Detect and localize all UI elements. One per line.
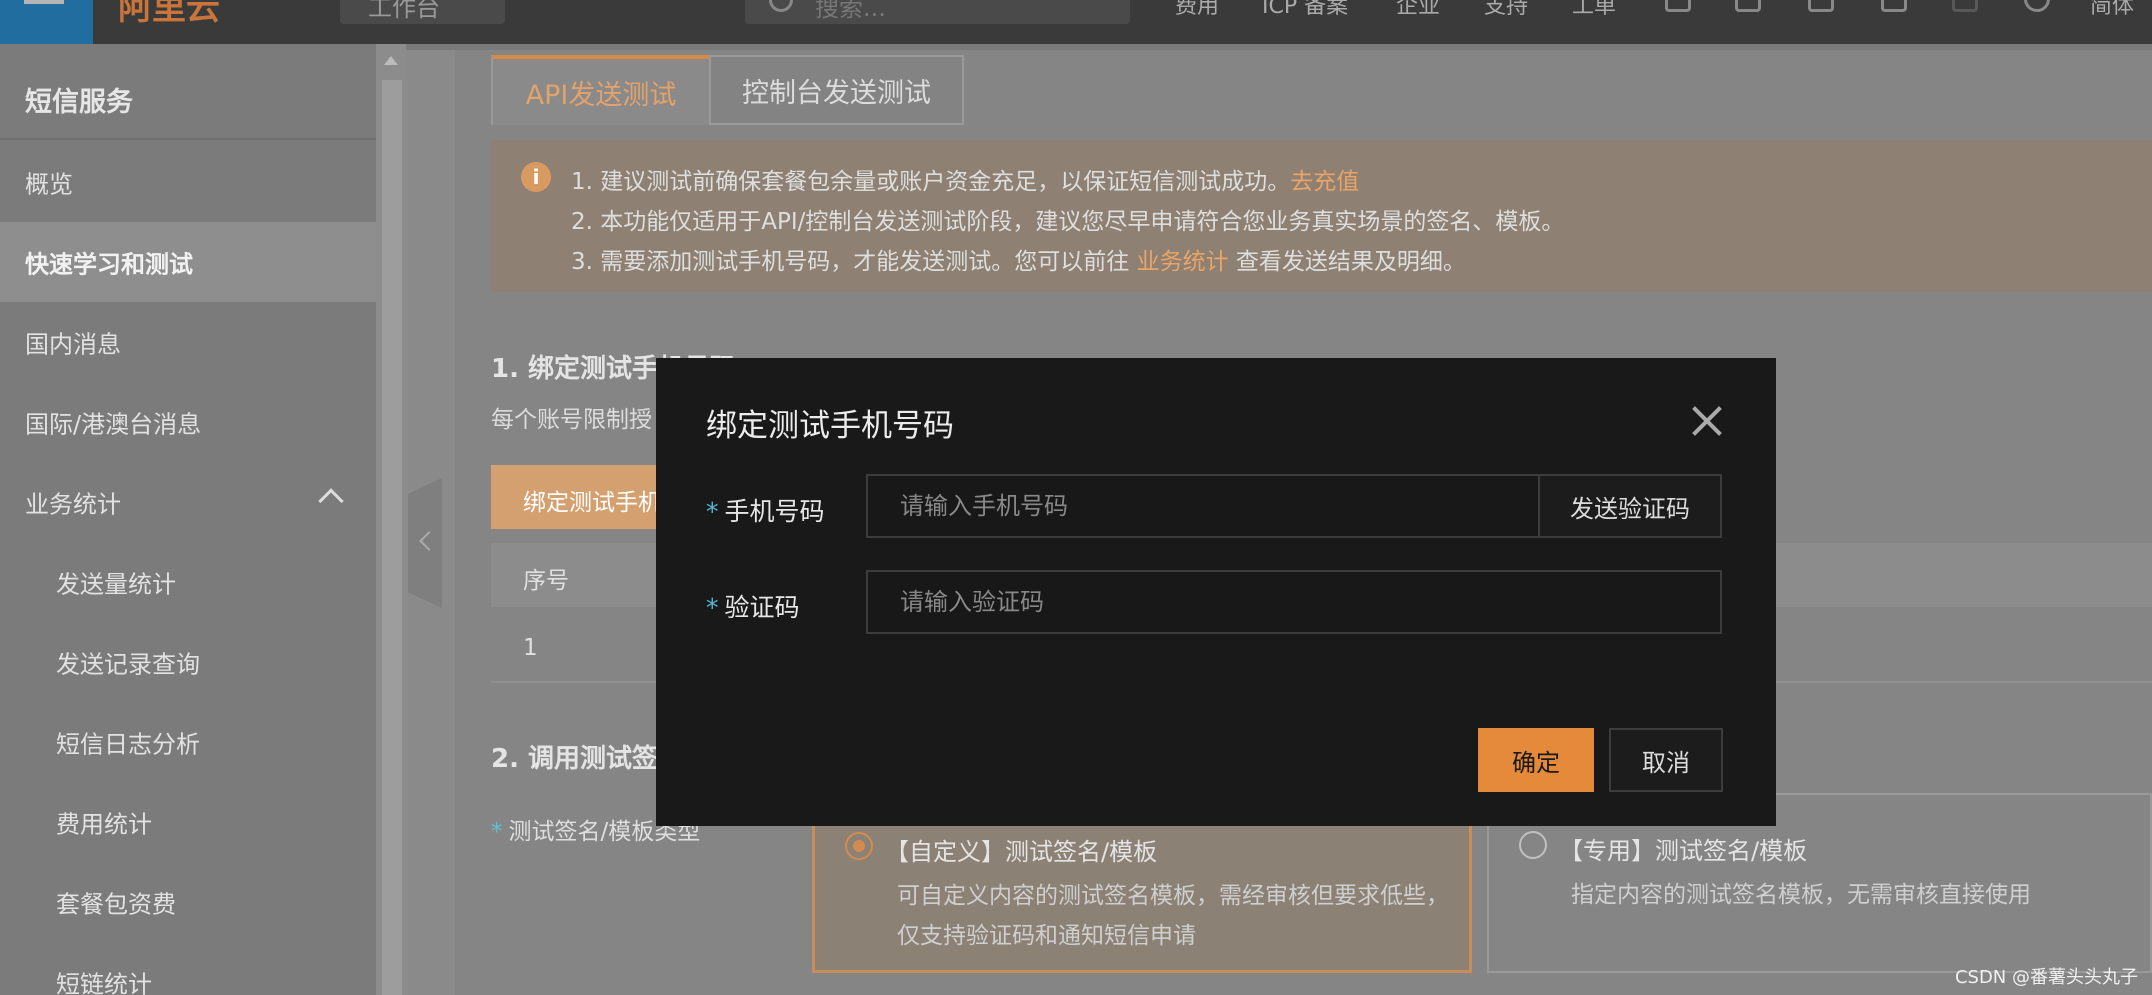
sidebar-divider: [0, 138, 376, 140]
close-icon[interactable]: [1688, 402, 1726, 440]
logo[interactable]: 阿里云: [118, 0, 220, 29]
business-stats-link[interactable]: 业务统计: [1137, 249, 1229, 275]
bind-phone-button-label: 绑定测试手机: [523, 490, 661, 516]
account-icon[interactable]: [2024, 0, 2050, 12]
sidebar-item-overview[interactable]: 概览: [0, 142, 376, 222]
sidebar-item-cost-stats[interactable]: 费用统计: [0, 782, 376, 862]
sidebar-item-log-analysis[interactable]: 短信日志分析: [0, 702, 376, 782]
code-label: * 验证码: [706, 588, 800, 624]
sidebar: 短信服务 概览 快速学习和测试 国内消息 国际/港澳台消息 业务统计 发送量统计…: [0, 44, 376, 995]
search-placeholder: 搜索...: [815, 0, 886, 22]
tab-console-send-test[interactable]: 控制台发送测试: [709, 55, 964, 125]
workbench-label: 工作台: [368, 0, 440, 22]
info-icon: i: [521, 162, 551, 192]
search-input[interactable]: 搜索...: [745, 0, 1130, 24]
sidebar-item-label: 快速学习和测试: [25, 250, 193, 279]
watermark: CSDN @番薯头头丸子: [1954, 967, 2138, 988]
section-call-test-title: 2. 调用测试签: [491, 744, 659, 774]
sidebar-item-domestic[interactable]: 国内消息: [0, 302, 376, 382]
sidebar-item-label: 短链统计: [56, 970, 152, 995]
scrollbar-thumb[interactable]: [382, 80, 402, 995]
nav-ticket[interactable]: 工单: [1572, 0, 1616, 20]
notice-line-1: 1. 建议测试前确保套餐包余量或账户资金充足，以保证短信测试成功。去充值: [571, 162, 1359, 196]
sidebar-item-business-stats[interactable]: 业务统计: [0, 462, 376, 542]
sidebar-item-shortlink-stats[interactable]: 短链统计: [0, 942, 376, 995]
sidebar-item-label: 业务统计: [25, 490, 121, 519]
code-input[interactable]: [866, 570, 1722, 634]
sidebar-item-send-volume[interactable]: 发送量统计: [0, 542, 376, 622]
cart-icon[interactable]: [1881, 0, 1907, 12]
top-bar: 阿里云 工作台 搜索... 费用 ICP 备案 企业 支持 工单 简体: [0, 0, 2152, 44]
sidebar-item-label: 发送量统计: [56, 570, 176, 599]
notice-text: 查看发送结果及明细。: [1235, 249, 1466, 275]
dedicated-template-radio[interactable]: [1519, 831, 1547, 859]
required-star: *: [706, 593, 719, 622]
code-label-text: 验证码: [724, 593, 800, 622]
column-index: 序号: [523, 568, 569, 594]
sidebar-item-label: 短信日志分析: [56, 730, 200, 759]
nav-support[interactable]: 支持: [1484, 0, 1528, 20]
help-icon[interactable]: [1952, 0, 1978, 12]
sidebar-item-label: 概览: [25, 170, 73, 199]
language-switch[interactable]: 简体: [2090, 0, 2134, 20]
notice-text: 1. 建议测试前确保套餐包余量或账户资金充足，以保证短信测试成功。: [571, 169, 1291, 195]
required-star: *: [491, 819, 503, 845]
search-icon: [769, 0, 793, 12]
sidebar-item-label: 国内消息: [25, 330, 121, 359]
send-code-button[interactable]: 发送验证码: [1538, 474, 1722, 538]
custom-template-radio[interactable]: [845, 832, 873, 860]
nav-fees[interactable]: 费用: [1175, 0, 1219, 20]
confirm-button[interactable]: 确定: [1478, 728, 1594, 792]
bind-phone-modal: 绑定测试手机号码 *手机号码 发送验证码 *验证码 确定 取消: [656, 358, 1776, 826]
sidebar-item-package-fees[interactable]: 套餐包资费: [0, 862, 376, 942]
sidebar-item-label: 费用统计: [56, 810, 152, 839]
dedicated-template-desc: 指定内容的测试签名模板，无需审核直接使用: [1571, 882, 2031, 908]
notice-line-2: 2. 本功能仅适用于API/控制台发送测试阶段，建议您尽早申请符合您业务真实场景…: [571, 209, 1565, 235]
notice-line-3: 3. 需要添加测试手机号码，才能发送测试。您可以前往 业务统计 查看发送结果及明…: [571, 242, 1466, 276]
sidebar-item-send-records[interactable]: 发送记录查询: [0, 622, 376, 702]
recharge-link[interactable]: 去充值: [1290, 169, 1359, 195]
phone-label: * 手机号码: [706, 492, 825, 528]
sidebar-scrollbar[interactable]: [376, 44, 406, 995]
notice-text: 3. 需要添加测试手机号码，才能发送测试。您可以前往: [571, 249, 1130, 275]
workbench-button[interactable]: 工作台: [340, 0, 505, 24]
sidebar-title: 短信服务: [25, 87, 133, 118]
sidebar-item-label: 套餐包资费: [56, 890, 176, 919]
tab-api-send-test[interactable]: API发送测试: [491, 55, 711, 125]
nav-enterprise[interactable]: 企业: [1396, 0, 1440, 20]
phone-input[interactable]: [866, 474, 1540, 538]
modal-title: 绑定测试手机号码: [706, 408, 954, 444]
scroll-up-icon[interactable]: [384, 56, 398, 65]
custom-template-title: 【自定义】测试签名/模板: [885, 838, 1158, 866]
sidebar-item-international[interactable]: 国际/港澳台消息: [0, 382, 376, 462]
phone-label-text: 手机号码: [724, 497, 825, 526]
cancel-button[interactable]: 取消: [1609, 728, 1723, 792]
custom-template-desc: 可自定义内容的测试签名模板，需经审核但要求低些，仅支持验证码和通知短信申请: [897, 883, 1449, 949]
section-bind-phone-desc: 每个账号限制授: [491, 407, 652, 433]
sidebar-item-label: 国际/港澳台消息: [25, 410, 202, 439]
notice-banner: i 1. 建议测试前确保套餐包余量或账户资金充足，以保证短信测试成功。去充值 2…: [491, 140, 2152, 292]
row-index: 1: [523, 635, 538, 661]
document-icon[interactable]: [1665, 0, 1691, 12]
sidebar-item-quick-learn[interactable]: 快速学习和测试: [0, 222, 376, 302]
nav-icp[interactable]: ICP 备案: [1262, 0, 1348, 20]
sidebar-item-label: 发送记录查询: [56, 650, 200, 679]
chevron-up-icon: [318, 488, 344, 514]
dedicated-template-title: 【专用】测试签名/模板: [1559, 837, 1808, 865]
menu-icon[interactable]: [0, 0, 93, 44]
chevron-left-icon: [419, 531, 439, 551]
sidebar-collapse-handle[interactable]: [408, 478, 442, 608]
required-star: *: [706, 497, 719, 526]
bell-icon[interactable]: [1808, 0, 1834, 12]
mail-icon[interactable]: [1735, 0, 1761, 12]
